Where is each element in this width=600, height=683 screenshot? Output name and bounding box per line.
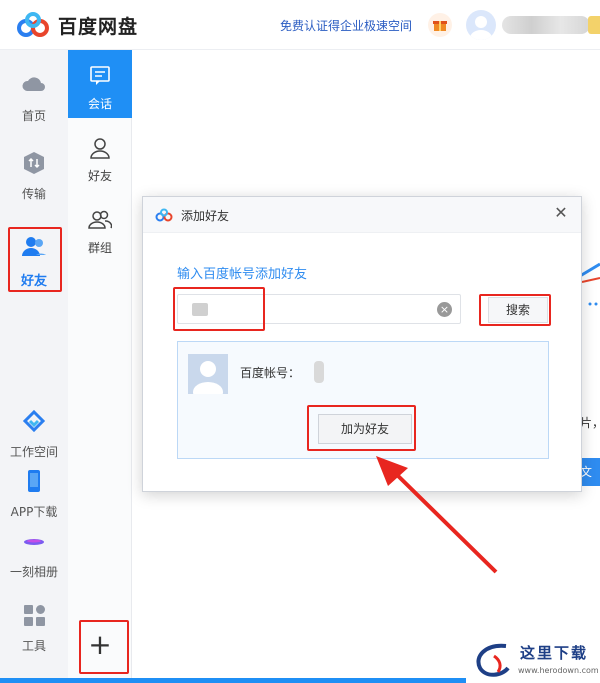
username-blurred[interactable]	[502, 16, 590, 34]
app-name: 百度网盘	[58, 16, 139, 38]
subnav-item-label: 会话	[87, 97, 112, 111]
baidu-netdisk-logo-icon[interactable]	[16, 12, 50, 38]
account-search-input[interactable]: ×	[177, 294, 461, 324]
sidebar-item-label: 工作空间	[9, 445, 58, 459]
watermark-logo-icon	[476, 643, 510, 677]
sidebar-item-album[interactable]: 一刻相册	[0, 528, 68, 580]
watermark-url: www.herodown.com	[518, 666, 599, 675]
subnav-item-chat[interactable]: 会话	[68, 50, 132, 118]
dialog-title-bar[interactable]: 添加好友 ✕	[143, 197, 581, 233]
sidebar-item-transfer[interactable]: 传输	[0, 150, 68, 202]
dialog-logo-icon	[155, 208, 173, 222]
sidebar-item-workspace[interactable]: 工作空间	[0, 408, 68, 460]
vip-tag-icon	[588, 16, 600, 34]
sidebar-item-label: 工具	[21, 639, 46, 653]
add-friend-button[interactable]: 加为好友	[318, 414, 412, 444]
sidebar-item-label: APP下载	[10, 505, 58, 519]
phone-icon	[28, 470, 40, 492]
sidebar-item-label: 一刻相册	[9, 565, 58, 579]
album-icon	[24, 539, 44, 545]
sidebar-item-label: 首页	[21, 109, 46, 123]
red-arrow-annotation-icon	[376, 456, 498, 574]
add-friend-dialog: 添加好友 ✕ 输入百度帐号添加好友 × 搜索 百度帐号： 加为好友	[142, 196, 582, 492]
add-contact-button[interactable]: +	[68, 628, 132, 661]
workspace-icon	[22, 409, 46, 433]
cloud-icon	[22, 77, 45, 91]
friends-subnav: 会话 好友 群组 +	[68, 50, 132, 683]
subnav-item-friends[interactable]: 好友	[68, 136, 132, 184]
clipped-description-text: 片，	[580, 416, 600, 430]
person-icon	[90, 138, 110, 159]
enterprise-space-promo-link[interactable]: 免费认证得企业极速空间	[280, 17, 412, 34]
group-icon	[88, 210, 113, 229]
search-result-card: 百度帐号： 加为好友	[177, 341, 549, 459]
result-avatar	[188, 354, 228, 394]
user-avatar[interactable]	[466, 10, 496, 40]
close-icon[interactable]: ✕	[551, 203, 571, 223]
transfer-icon	[24, 152, 44, 174]
search-prompt-label: 输入百度帐号添加好友	[177, 267, 308, 282]
sidebar-item-home[interactable]: 首页	[0, 72, 68, 124]
sidebar-item-friends[interactable]: 好友	[0, 234, 68, 289]
site-watermark: 这里下载 www.herodown.com	[468, 636, 600, 683]
subnav-item-label: 好友	[87, 169, 112, 183]
bottom-accent-bar	[0, 678, 466, 683]
top-header: 百度网盘 免费认证得企业极速空间	[0, 0, 600, 50]
tools-icon	[24, 605, 45, 626]
search-button[interactable]: 搜索	[488, 297, 548, 323]
search-input-value-blurred	[192, 303, 208, 316]
sidebar-item-tools[interactable]: 工具	[0, 602, 68, 654]
dialog-title: 添加好友	[181, 209, 230, 223]
subnav-item-groups[interactable]: 群组	[68, 208, 132, 256]
main-sidebar: 首页 传输 好友 工作空间 APP下载 一刻相册 工具	[0, 50, 68, 683]
result-account-value-blurred	[314, 361, 324, 383]
friends-icon	[22, 237, 46, 256]
subnav-item-label: 群组	[87, 241, 112, 255]
gift-icon[interactable]	[428, 13, 452, 37]
watermark-text: 这里下载	[520, 644, 589, 662]
clear-input-icon[interactable]: ×	[437, 302, 452, 317]
sidebar-item-app-download[interactable]: APP下载	[0, 468, 68, 520]
result-account-label: 百度帐号：	[240, 366, 301, 380]
chat-icon	[90, 66, 110, 85]
sidebar-item-label: 传输	[21, 187, 46, 201]
sidebar-item-label: 好友	[20, 274, 47, 289]
